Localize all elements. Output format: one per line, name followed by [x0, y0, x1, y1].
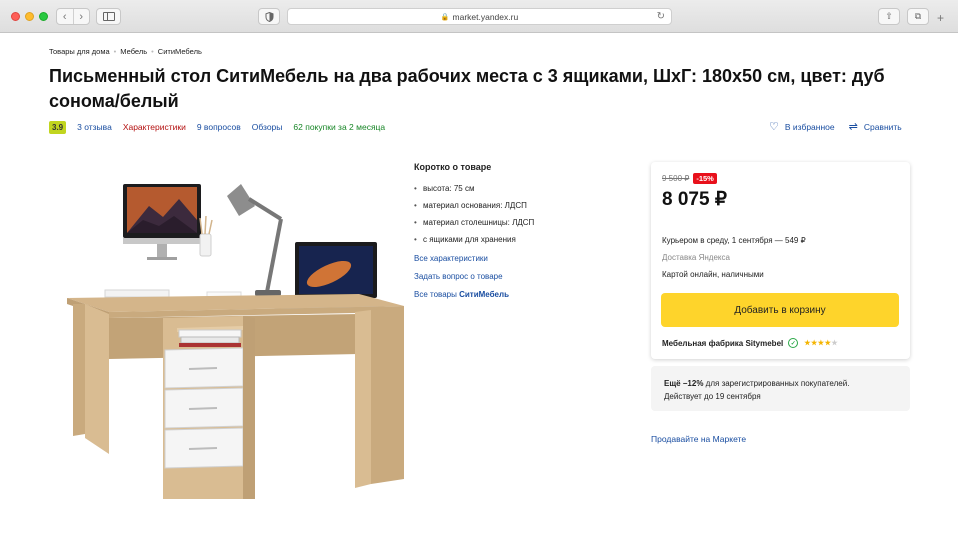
- brand-name: СитиМебель: [459, 290, 510, 299]
- seller-row: Мебельная фабрика Sitymebel ✓ ★★★★★: [662, 338, 838, 348]
- short-info-links: Все характеристики Задать вопрос о товар…: [414, 250, 634, 304]
- product-page: Товары для дома • Мебель • СитиМебель Пи…: [4, 34, 953, 545]
- browser-window: ‹ › 🔒 market.yandex.ru ↻ ⇧ ⧉ + Товары дл…: [0, 0, 958, 545]
- shield-icon: [265, 11, 273, 22]
- all-specs-link[interactable]: Все характеристики: [414, 250, 634, 268]
- list-item: материал основания: ЛДСП: [414, 197, 634, 214]
- all-brand-goods-link[interactable]: Все товары СитиМебель: [414, 286, 634, 304]
- favorite-link[interactable]: В избранное: [785, 122, 835, 132]
- rating-badge[interactable]: 3.9: [49, 120, 67, 134]
- sidebar-toggle-button[interactable]: [96, 8, 121, 25]
- offer-card: 9 500 ₽ -15% 8 075 ₽ Курьером в среду, 1…: [651, 162, 910, 359]
- back-icon[interactable]: ‹: [57, 9, 73, 24]
- browser-toolbar: ‹ › 🔒 market.yandex.ru ↻ ⇧ ⧉ +: [0, 0, 958, 33]
- list-item: высота: 75 см: [414, 180, 634, 197]
- tabs-icon: ⧉: [914, 11, 922, 21]
- heart-icon[interactable]: ♡: [769, 120, 779, 133]
- forward-icon[interactable]: ›: [72, 9, 90, 24]
- promo-text: для зарегистрированных покупателей.: [703, 379, 850, 388]
- desk-lamp-illustration: [227, 184, 283, 296]
- compare-icon[interactable]: ⇌: [849, 120, 858, 133]
- overviews-link[interactable]: Обзоры: [252, 122, 283, 132]
- breadcrumb: Товары для дома • Мебель • СитиМебель: [49, 47, 202, 56]
- monitor-illustration: [123, 184, 201, 260]
- promo-line-1: Ещё −12% для зарегистрированных покупате…: [664, 377, 897, 390]
- breadcrumb-separator: •: [151, 47, 154, 56]
- old-price: 9 500 ₽: [662, 174, 690, 183]
- reload-icon[interactable]: ↻: [657, 11, 665, 22]
- short-info-list: высота: 75 см материал основания: ЛДСП м…: [414, 180, 634, 248]
- sell-on-market-link[interactable]: Продавайте на Маркете: [651, 434, 746, 444]
- promo-line-2: Действует до 19 сентября: [664, 392, 761, 401]
- specs-link[interactable]: Характеристики: [123, 122, 186, 132]
- payment-methods: Картой онлайн, наличными: [662, 270, 764, 279]
- add-to-cart-button[interactable]: Добавить в корзину: [661, 293, 899, 327]
- new-tab-icon[interactable]: +: [937, 11, 944, 25]
- compare-link[interactable]: Сравнить: [864, 122, 902, 132]
- all-goods-prefix: Все товары: [414, 290, 457, 299]
- pencil-cup-illustration: [199, 215, 213, 257]
- short-info-title: Коротко о товаре: [414, 162, 492, 172]
- history-nav: ‹ ›: [56, 8, 90, 25]
- purchases-count: 62 покупки за 2 месяца: [293, 122, 386, 132]
- seller-name[interactable]: Мебельная фабрика Sitymebel: [662, 339, 783, 348]
- star-icon: ★: [804, 340, 812, 347]
- star-icon: ★: [817, 340, 825, 347]
- seller-rating-stars: ★★★★★: [804, 339, 838, 347]
- privacy-shield-button[interactable]: [258, 8, 280, 25]
- tab-overview-button[interactable]: ⧉: [907, 8, 929, 25]
- minimize-window-button[interactable]: [25, 12, 34, 21]
- page-title: Письменный стол СитиМебель на два рабочи…: [49, 66, 885, 111]
- breadcrumb-item[interactable]: Мебель: [120, 47, 147, 56]
- favorite-compare-row: ♡ В избранное ⇌ Сравнить: [769, 120, 902, 133]
- star-icon: ★: [811, 340, 818, 347]
- promo-banner: Ещё −12% для зарегистрированных покупате…: [651, 366, 910, 411]
- address-bar[interactable]: 🔒 market.yandex.ru ↻: [287, 8, 672, 25]
- breadcrumb-item[interactable]: СитиМебель: [158, 47, 202, 56]
- current-price: 8 075 ₽: [662, 189, 727, 210]
- discount-badge: -15%: [693, 173, 717, 184]
- share-button[interactable]: ⇧: [878, 8, 900, 25]
- ask-question-link[interactable]: Задать вопрос о товаре: [414, 268, 634, 286]
- sidebar-icon: [102, 12, 115, 21]
- short-info: Коротко о товаре высота: 75 см материал …: [414, 162, 634, 304]
- reviews-link[interactable]: 3 отзыва: [77, 122, 112, 132]
- close-window-button[interactable]: [11, 12, 20, 21]
- address-url: market.yandex.ru: [452, 11, 519, 22]
- star-icon: ★: [831, 340, 839, 347]
- product-image[interactable]: [59, 154, 404, 499]
- list-item: с ящиками для хранения: [414, 231, 634, 248]
- product-meta-row: 3.9 3 отзыва Характеристики 9 вопросов О…: [49, 120, 396, 134]
- breadcrumb-item[interactable]: Товары для дома: [49, 47, 110, 56]
- delivery-info: Курьером в среду, 1 сентября — 549 ₽: [662, 236, 806, 245]
- lock-icon: 🔒: [440, 13, 450, 21]
- share-icon: ⇧: [885, 11, 893, 21]
- verified-check-icon: ✓: [788, 338, 799, 348]
- breadcrumb-separator: •: [113, 47, 117, 56]
- questions-link[interactable]: 9 вопросов: [197, 122, 241, 132]
- delivery-provider: Доставка Яндекса: [662, 253, 730, 262]
- promo-discount: Ещё −12%: [664, 379, 704, 388]
- list-item: материал столешницы: ЛДСП: [414, 214, 634, 231]
- zoom-window-button[interactable]: [39, 12, 48, 21]
- old-price-row: 9 500 ₽ -15%: [662, 173, 717, 184]
